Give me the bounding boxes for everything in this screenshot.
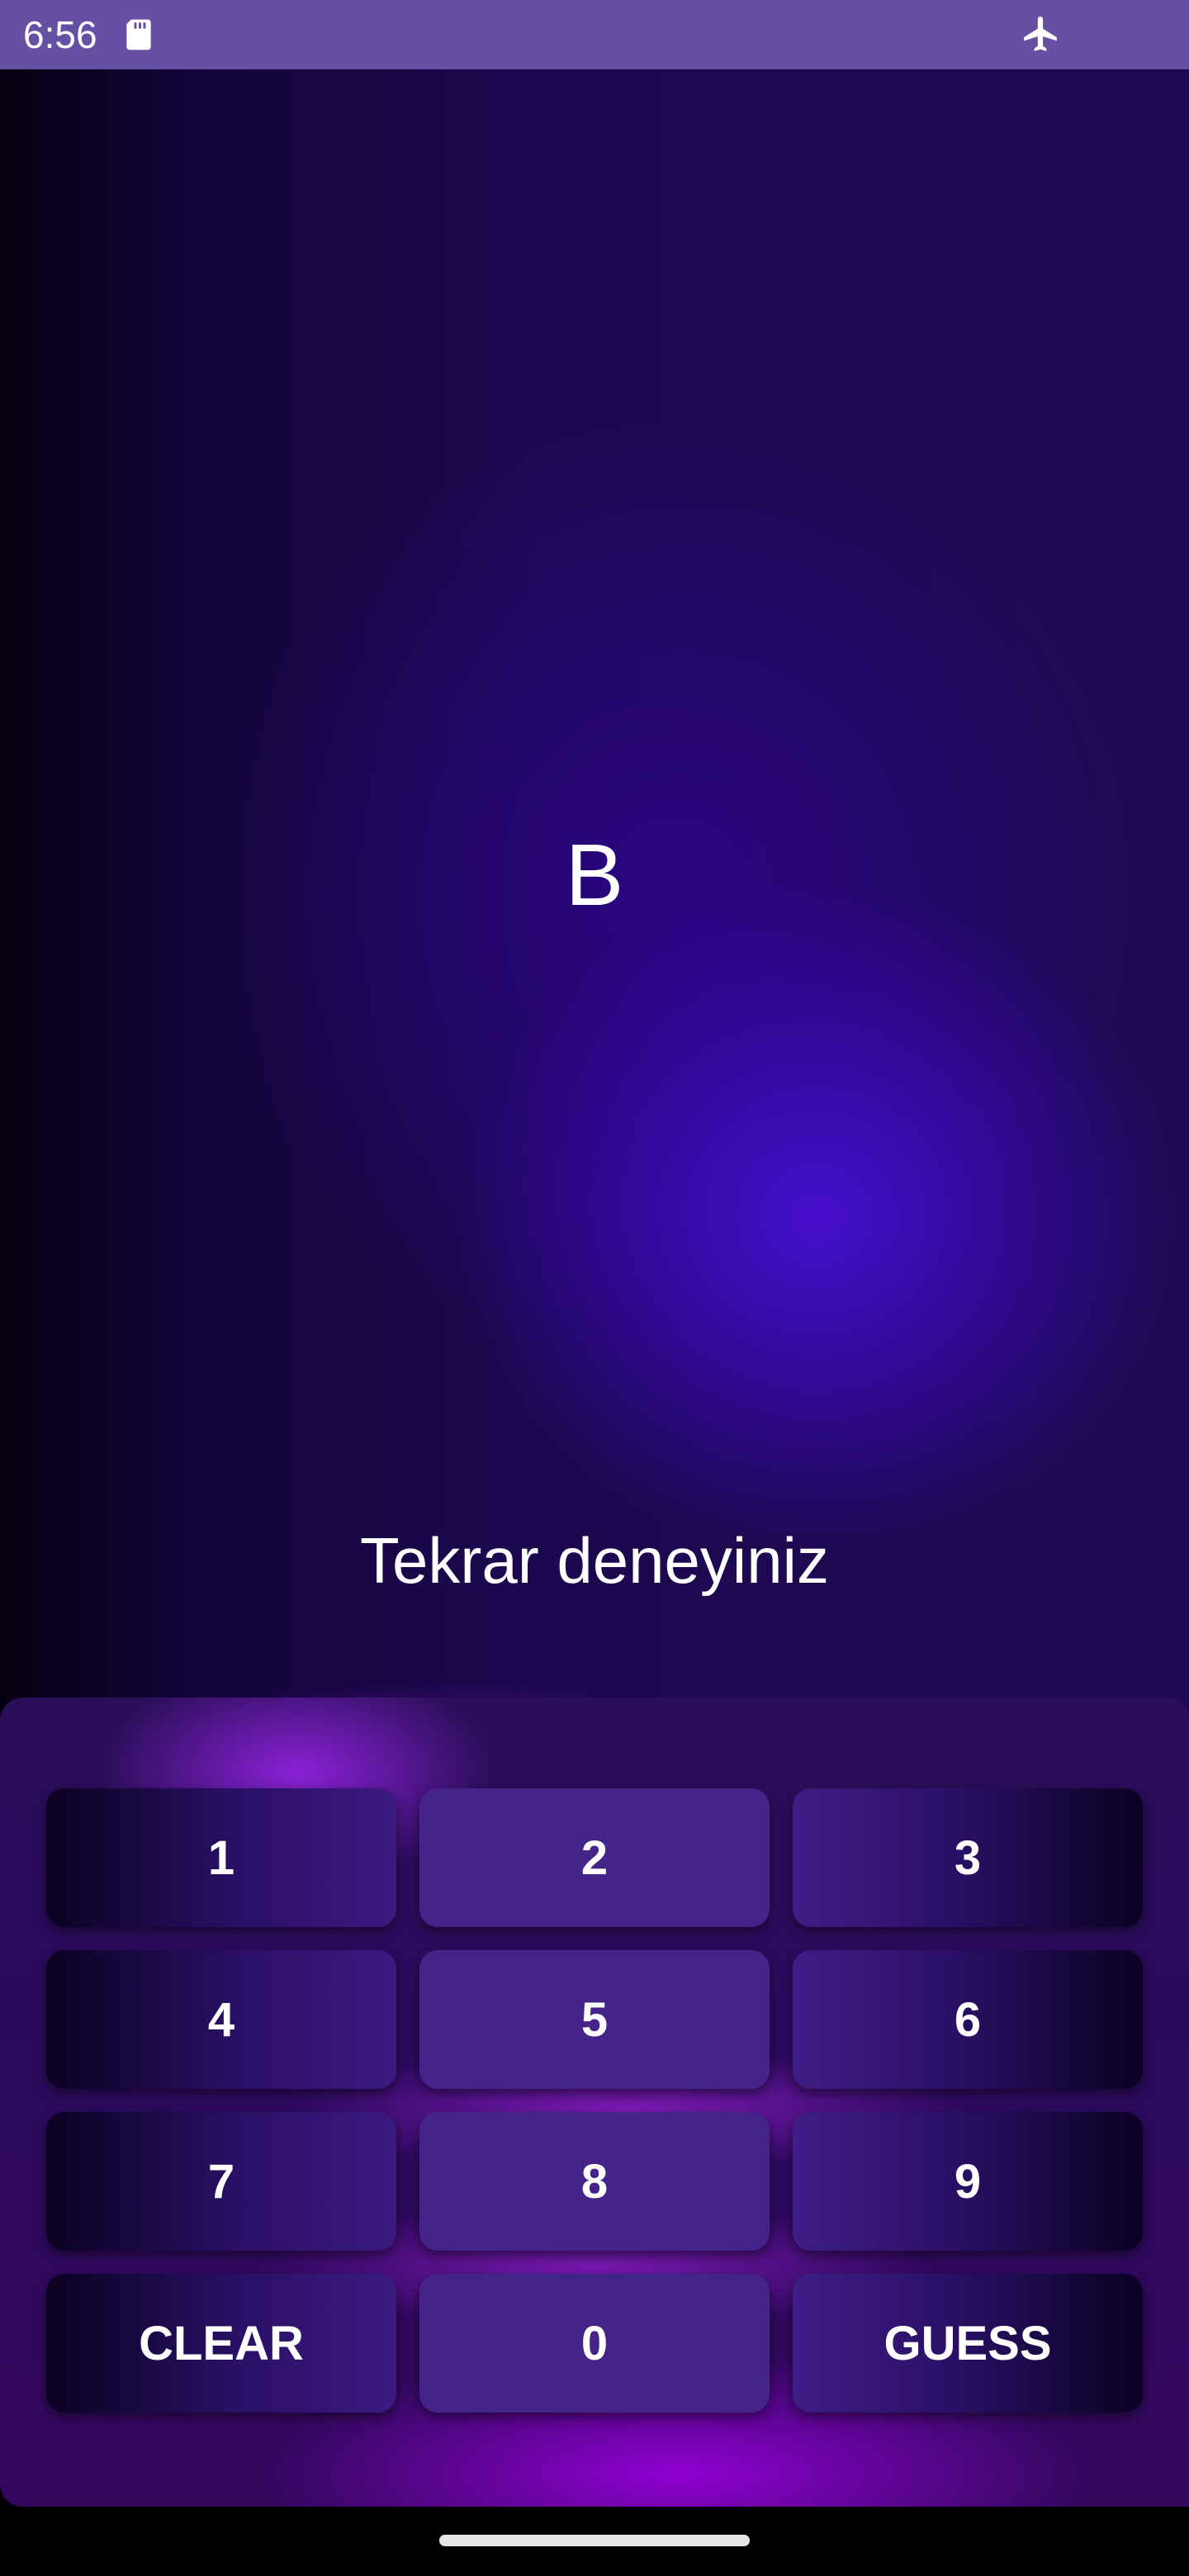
key-label: 5 xyxy=(580,1992,609,2047)
key-4-button[interactable]: 4 xyxy=(46,1950,396,2089)
guess-button[interactable]: GUESS xyxy=(793,2274,1143,2413)
key-2-button[interactable]: 2 xyxy=(419,1788,770,1927)
current-letter-display: B xyxy=(565,826,624,924)
key-label: 3 xyxy=(954,1830,982,1885)
sd-card-icon xyxy=(126,19,151,50)
key-8-button[interactable]: 8 xyxy=(419,2112,770,2251)
key-label: 2 xyxy=(580,1830,609,1885)
key-0-button[interactable]: 0 xyxy=(419,2274,770,2413)
key-7-button[interactable]: 7 xyxy=(46,2112,396,2251)
key-label: 1 xyxy=(207,1830,235,1885)
key-3-button[interactable]: 3 xyxy=(793,1788,1143,1927)
key-label: 0 xyxy=(580,2316,609,2370)
app-screen: 6:56 B Tekrar deneyiniz 1 2 3 4 5 6 7 8 … xyxy=(0,0,1189,2576)
feedback-message: Tekrar deneyiniz xyxy=(360,1524,829,1597)
key-label: 4 xyxy=(207,1992,235,2047)
status-bar: 6:56 xyxy=(0,0,1189,69)
key-label: 6 xyxy=(954,1992,982,2047)
key-label: 8 xyxy=(580,2154,609,2209)
key-1-button[interactable]: 1 xyxy=(46,1788,396,1927)
clear-button[interactable]: CLEAR xyxy=(46,2274,396,2413)
key-label: CLEAR xyxy=(139,2316,304,2370)
status-time: 6:56 xyxy=(23,13,97,56)
key-label: GUESS xyxy=(883,2316,1052,2370)
airplane-mode-icon xyxy=(1024,17,1057,51)
key-9-button[interactable]: 9 xyxy=(793,2112,1143,2251)
key-label: 9 xyxy=(954,2154,982,2209)
keypad-panel: 1 2 3 4 5 6 7 8 9 CLEAR 0 GUESS xyxy=(0,1698,1189,2507)
key-label: 7 xyxy=(207,2154,235,2209)
home-gesture-handle[interactable] xyxy=(439,2535,750,2546)
key-5-button[interactable]: 5 xyxy=(419,1950,770,2089)
key-6-button[interactable]: 6 xyxy=(793,1950,1143,2089)
